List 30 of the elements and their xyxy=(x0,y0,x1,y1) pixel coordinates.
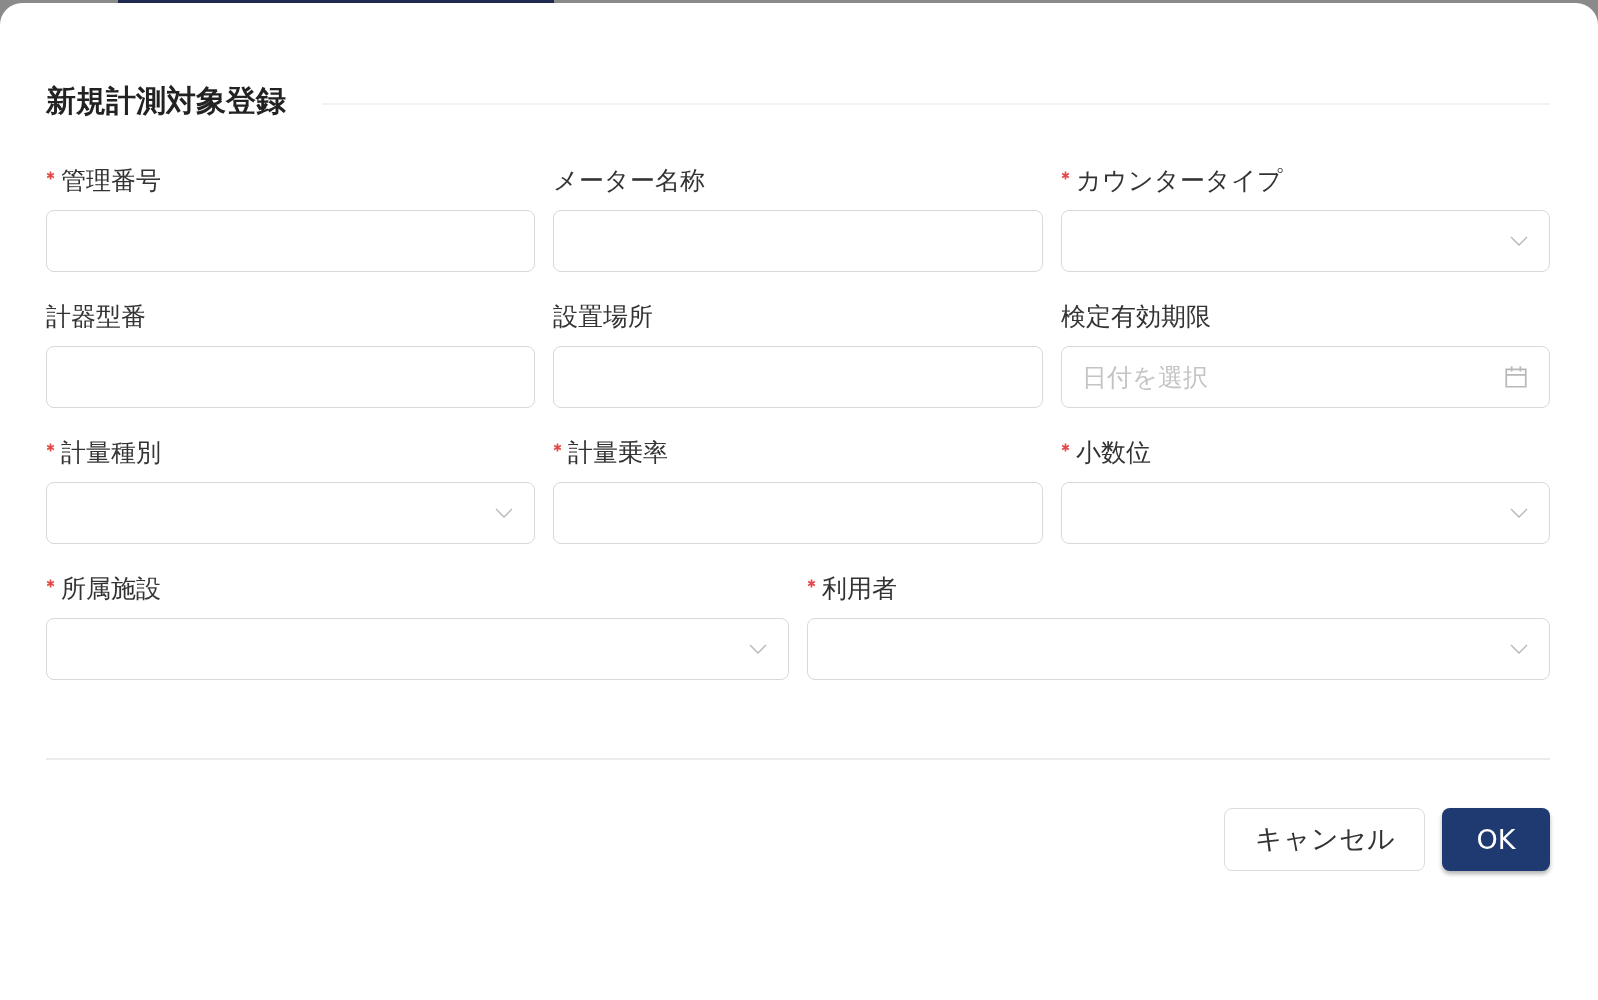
chevron-down-icon xyxy=(1509,235,1529,247)
field-label: メーター名称 xyxy=(553,164,706,197)
input-field[interactable] xyxy=(553,482,1043,544)
field-label: 小数位 xyxy=(1075,436,1151,469)
input-field[interactable] xyxy=(553,210,1043,272)
calendar-icon xyxy=(1503,364,1529,390)
input-field[interactable] xyxy=(46,210,536,272)
field-label: 利用者 xyxy=(822,572,897,605)
select-field[interactable] xyxy=(1060,482,1550,544)
field-label: 検定有効期限 xyxy=(1060,300,1211,333)
chevron-down-icon xyxy=(494,507,515,519)
field-label: 所属施設 xyxy=(61,572,161,605)
field-label: 計量種別 xyxy=(61,436,161,469)
dialog-title: 新規計測対象登録 xyxy=(46,82,286,120)
chevron-down-icon xyxy=(748,643,768,655)
cancel-button[interactable]: キャンセル xyxy=(1224,807,1425,871)
ok-button[interactable]: OK xyxy=(1442,807,1550,871)
chevron-down-icon xyxy=(1509,507,1529,519)
input-field[interactable] xyxy=(553,346,1043,408)
select-field[interactable] xyxy=(46,618,789,680)
select-field[interactable] xyxy=(46,482,536,544)
chevron-down-icon xyxy=(1509,643,1529,655)
select-field[interactable] xyxy=(807,618,1550,680)
field-label: 計量乗率 xyxy=(568,436,669,469)
field-label: 管理番号 xyxy=(61,164,161,197)
field-label: 設置場所 xyxy=(553,300,654,333)
field-label: 計器型番 xyxy=(46,300,146,333)
input-field[interactable] xyxy=(46,346,536,408)
select-field[interactable] xyxy=(1060,210,1550,272)
field-label: カウンタータイプ xyxy=(1075,164,1283,197)
